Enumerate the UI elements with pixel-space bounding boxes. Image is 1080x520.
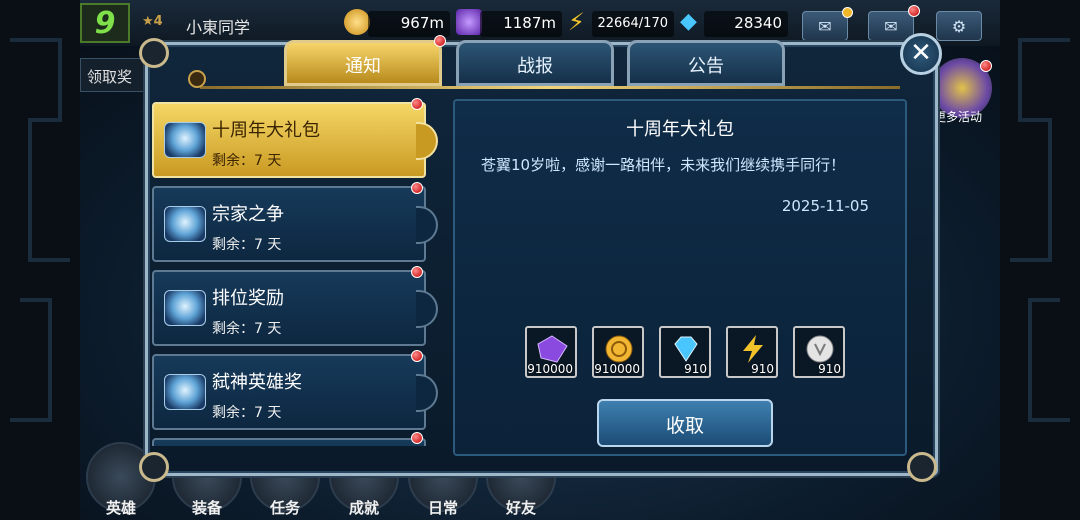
more-activities-dot: [980, 60, 992, 72]
claim-reward-side-tab[interactable]: 领取奖: [80, 58, 150, 92]
mail-date: 2025-11-05: [781, 197, 869, 215]
reward-quantity: 910: [751, 362, 774, 376]
reward-slot[interactable]: 910000: [592, 326, 644, 378]
claim-button[interactable]: 收取: [597, 399, 773, 447]
tab-underline: [200, 86, 900, 89]
reward-quantity: 910000: [594, 362, 640, 376]
reward-slot[interactable]: 910: [726, 326, 778, 378]
mail-title: 十周年大礼包: [626, 119, 734, 140]
item-arrow-tab: [416, 374, 438, 412]
circuit-decoration-right: [1010, 38, 1070, 422]
item-unread-dot: [411, 266, 423, 278]
mail-body: 苍翼10岁啦，感谢一路相伴，未来我们继续携手同行！: [481, 156, 846, 174]
list-item[interactable]: 十周年大礼包 剩余：7 天: [152, 102, 438, 178]
mail-icon: ✉: [884, 16, 898, 36]
list-item-title: 宗家之争: [212, 204, 284, 225]
panel-corner-ornament: [139, 452, 169, 482]
mail-detail-pane: 十周年大礼包 苍翼10岁啦，感谢一路相伴，未来我们继续携手同行！ 2025-11…: [453, 99, 907, 456]
lightning-icon: [743, 335, 763, 363]
diamond-icon: ◆: [680, 9, 697, 34]
item-unread-dot: [411, 350, 423, 362]
list-item-remaining: 剩余：7 天: [212, 405, 282, 421]
player-name: 小東同学: [186, 18, 251, 37]
nav-heroes-label: 英雄: [105, 499, 136, 517]
list-item[interactable]: [152, 438, 426, 446]
list-item-title: 十周年大礼包: [212, 120, 320, 141]
reward-quantity: 910: [818, 362, 841, 376]
list-item-remaining: 剩余：7 天: [212, 237, 282, 253]
list-item[interactable]: 弑神英雄奖 剩余：7 天: [152, 354, 438, 430]
item-unread-dot: [411, 432, 423, 444]
tab-notice[interactable]: 通知: [284, 40, 442, 86]
reward-slot[interactable]: 910000: [525, 326, 577, 378]
nav-achievements-label: 成就: [348, 499, 379, 517]
crystal-icon: [537, 335, 568, 363]
close-icon: ✕: [910, 38, 932, 68]
nav-friends-label: 好友: [505, 499, 536, 517]
gold-coin-icon: [605, 335, 633, 363]
item-arrow-tab: [416, 290, 438, 328]
list-item-title: 排位奖励: [212, 288, 284, 309]
list-item-remaining: 剩余：7 天: [212, 321, 282, 337]
silver-token-icon: [806, 335, 834, 363]
reward-quantity: 910: [684, 362, 707, 376]
nav-equipment-label: 装备: [191, 499, 222, 517]
chat-button[interactable]: ✉: [802, 11, 848, 41]
gold-icon: [344, 9, 370, 35]
chat-icon: ✉: [818, 16, 832, 36]
treasure-chest-icon: [164, 206, 206, 242]
reward-slot[interactable]: 910: [793, 326, 845, 378]
stamina-amount: 22664/170: [592, 11, 674, 37]
stamina-icon: ⚡: [568, 8, 585, 36]
chat-notification-dot: [842, 7, 853, 18]
treasure-chest-icon: [164, 122, 206, 158]
tab-notice-dot: [434, 35, 446, 47]
list-item[interactable]: 排位奖励 剩余：7 天: [152, 270, 438, 346]
gear-icon: ⚙: [951, 16, 967, 36]
gold-amount: 967m: [368, 11, 450, 37]
treasure-chest-icon: [164, 290, 206, 326]
reward-slot[interactable]: 910: [659, 326, 711, 378]
reward-quantity: 910000: [527, 362, 573, 376]
tab-announcement[interactable]: 公告: [627, 40, 785, 86]
crystal-icon: [456, 9, 482, 35]
diamond-amount: 28340: [704, 11, 788, 37]
item-unread-dot: [411, 182, 423, 194]
list-item-title: 弑神英雄奖: [212, 372, 302, 393]
crystal-amount: 1187m: [480, 11, 562, 37]
medal-icon: [188, 70, 206, 88]
panel-corner-ornament: [139, 38, 169, 68]
tab-battle-report[interactable]: 战报: [456, 40, 614, 86]
diamond-icon: [674, 336, 698, 362]
mail-notification-dot: [908, 5, 920, 17]
list-item-remaining: 剩余：7 天: [212, 153, 282, 169]
treasure-chest-icon: [164, 374, 206, 410]
panel-corner-ornament: [907, 452, 937, 482]
item-arrow-tab: [416, 206, 438, 244]
close-button[interactable]: ✕: [900, 33, 942, 75]
item-unread-dot: [411, 98, 423, 110]
nav-tasks-label: 任务: [269, 499, 300, 517]
rank-badge: ★4: [142, 14, 163, 29]
circuit-decoration-left: [10, 38, 70, 422]
list-item[interactable]: 宗家之争 剩余：7 天: [152, 186, 438, 262]
more-activities-label: 更多活动: [934, 110, 983, 124]
player-level: 9: [80, 3, 130, 43]
nav-daily-label: 日常: [427, 499, 458, 517]
settings-button[interactable]: ⚙: [936, 11, 982, 41]
item-arrow-tab: [416, 122, 438, 160]
mail-list[interactable]: 十周年大礼包 剩余：7 天 宗家之争 剩余：7 天 排位奖励 剩余：7 天 弑神…: [150, 100, 438, 446]
